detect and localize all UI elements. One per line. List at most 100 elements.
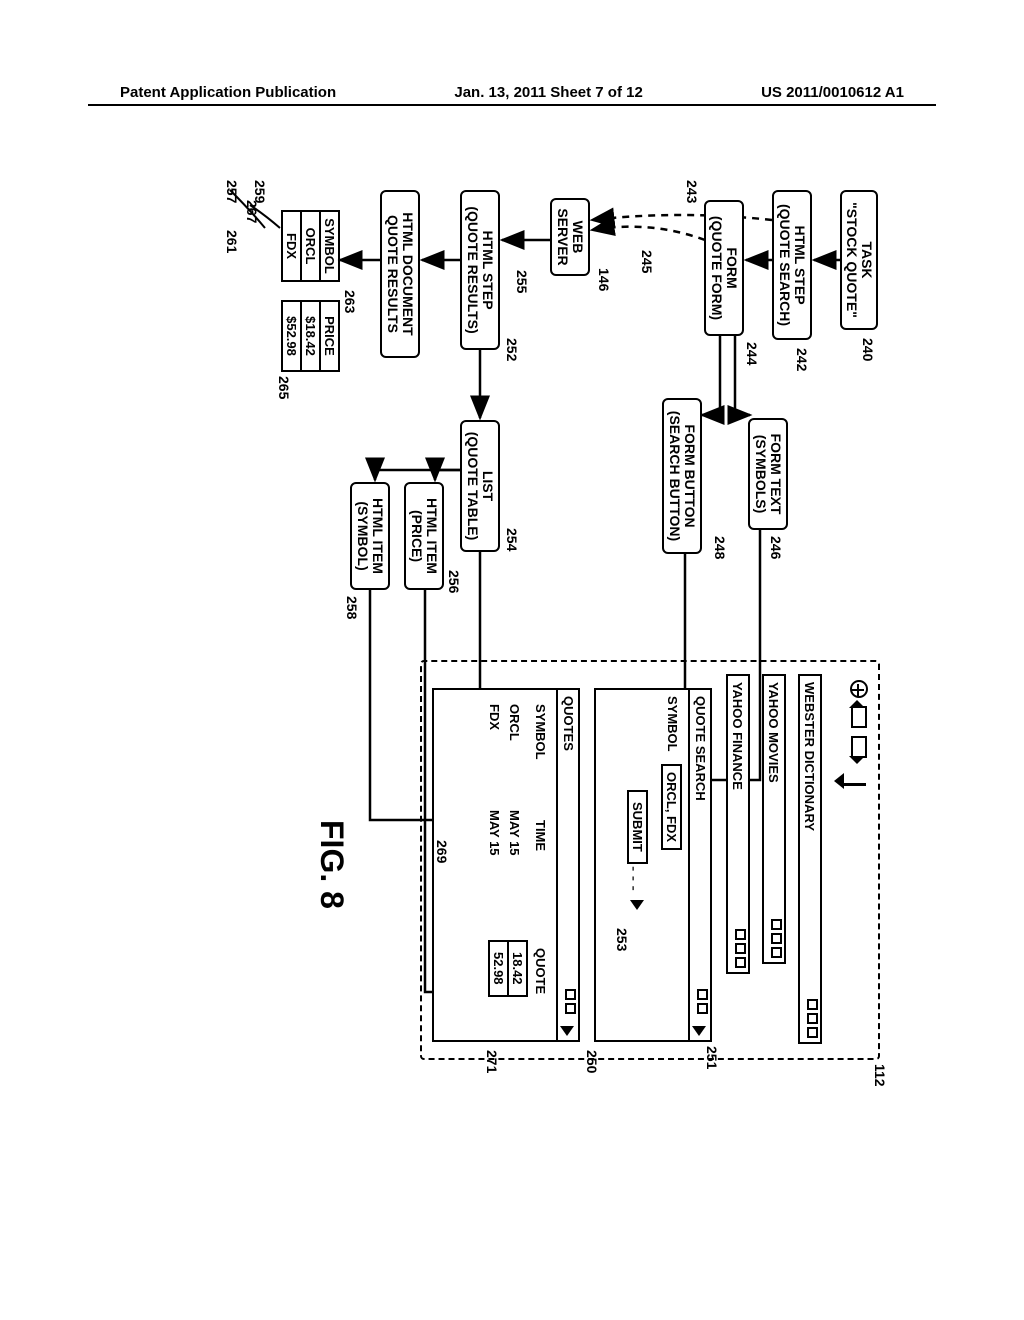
quotes-r1c1: ORCL [507, 704, 522, 741]
ref-245: 245 [639, 250, 655, 273]
symbol-r2: FDX [283, 212, 300, 280]
ref-254: 254 [504, 528, 520, 551]
diagram-canvas: TASK "STOCK QUOTE" 240 HTML STEP (QUOTE … [140, 180, 880, 1100]
figure-label: FIG. 8 [313, 820, 350, 909]
ref-263: 263 [342, 290, 358, 313]
max-icon[interactable] [565, 1003, 576, 1014]
forward-arrow-icon[interactable] [851, 736, 867, 758]
ref-240: 240 [860, 338, 876, 361]
ymovies-row[interactable]: YAHOO MOVIES [762, 674, 786, 964]
ref-271: 271 [484, 1050, 500, 1073]
webster-row[interactable]: WEBSTER DICTIONARY [798, 674, 822, 1044]
quotes-h1: SYMBOL [533, 704, 548, 760]
back-arrow-icon[interactable] [851, 706, 867, 728]
min-icon[interactable] [771, 919, 782, 930]
quote-values-box: 18.42 52.98 [488, 940, 528, 997]
close-icon[interactable] [771, 947, 782, 958]
quotes-r2c2: MAY 15 [487, 810, 502, 856]
item-symbol-label: HTML ITEM (SYMBOL) [355, 498, 386, 574]
ref-259: 259 [252, 180, 268, 203]
form-text-label: FORM TEXT (SYMBOLS) [753, 434, 784, 515]
ref-243: 243 [684, 180, 700, 203]
web-server-label: WEB SERVER [555, 208, 586, 265]
expand-right-icon[interactable] [560, 1026, 574, 1036]
ref-265: 265 [276, 376, 292, 399]
list-qt-label: LIST (QUOTE TABLE) [465, 432, 496, 541]
ref-246: 246 [768, 536, 784, 559]
webster-label: WEBSTER DICTIONARY [802, 682, 817, 831]
ref-269: 269 [434, 840, 450, 863]
quotes-titlebar: QUOTES [556, 690, 578, 1040]
qs-symbol-input[interactable]: ORCL, FDX [661, 764, 682, 850]
html-document-box: HTML DOCUMENT QUOTE RESULTS [380, 190, 420, 358]
html-item-price-box: HTML ITEM (PRICE) [404, 482, 444, 590]
min-icon[interactable] [807, 999, 818, 1010]
min-icon[interactable] [565, 989, 576, 1000]
quote-search-window: QUOTE SEARCH SYMBOL ORCL, FDX SUBMIT - -… [594, 688, 712, 1042]
ref-258: 258 [344, 596, 360, 619]
yfinance-winbtns [735, 929, 746, 968]
ref-256: 256 [446, 570, 462, 593]
task-box: TASK "STOCK QUOTE" [840, 190, 878, 330]
quotes-window: QUOTES SYMBOL TIME QUOTE ORCL MAY 15 FDX… [432, 688, 580, 1042]
html-step-results-box: HTML STEP (QUOTE RESULTS) [460, 190, 500, 350]
form-qf-label: FORM (QUOTE FORM) [709, 216, 740, 320]
price-header: PRICE [319, 302, 338, 370]
ref-251: 251 [704, 1046, 720, 1069]
symbol-table: SYMBOL ORCL FDX [281, 210, 340, 282]
task-label: TASK "STOCK QUOTE" [844, 202, 875, 318]
qs-submit-button[interactable]: SUBMIT [627, 790, 648, 864]
ref-146: 146 [596, 268, 612, 291]
form-text-box: FORM TEXT (SYMBOLS) [748, 418, 788, 530]
ref-253: 253 [614, 928, 630, 951]
page-header: Patent Application Publication Jan. 13, … [0, 84, 1024, 101]
qs-symbol-label: SYMBOL [665, 696, 680, 752]
ref-261: 261 [224, 230, 240, 253]
ref-244: 244 [744, 342, 760, 365]
html-item-symbol-box: HTML ITEM (SYMBOL) [350, 482, 390, 590]
yfinance-row[interactable]: YAHOO FINANCE [726, 674, 750, 974]
diagram-rotated-container: TASK "STOCK QUOTE" 240 HTML STEP (QUOTE … [50, 270, 970, 1010]
max-icon[interactable] [771, 933, 782, 944]
ref-267: 267 [244, 200, 260, 223]
qs-winbtns [697, 989, 708, 1014]
form-quote-box: FORM (QUOTE FORM) [704, 200, 744, 336]
ref-250: 250 [584, 1050, 600, 1073]
close-icon[interactable] [807, 1027, 818, 1038]
ref-248: 248 [712, 536, 728, 559]
quotes-title: QUOTES [561, 696, 576, 751]
page: Patent Application Publication Jan. 13, … [0, 0, 1024, 1320]
ymovies-winbtns [771, 919, 782, 958]
qs-submit-label: SUBMIT [630, 802, 645, 852]
ref-255: 255 [514, 270, 530, 293]
quotes-r2c1: FDX [487, 704, 502, 730]
qs-dash: - - - [624, 866, 642, 891]
header-center: Jan. 13, 2011 Sheet 7 of 12 [454, 84, 642, 101]
max-icon[interactable] [735, 943, 746, 954]
form-button-box: FORM BUTTON (SEARCH BUTTON) [662, 398, 702, 554]
header-right: US 2011/0010612 A1 [761, 84, 904, 101]
symbol-r1: ORCL [300, 212, 319, 280]
yfinance-label: YAHOO FINANCE [730, 682, 745, 790]
html-step-search-box: HTML STEP (QUOTE SEARCH) [772, 190, 812, 340]
form-button-label: FORM BUTTON (SEARCH BUTTON) [667, 411, 698, 541]
quote-search-titlebar: QUOTE SEARCH [688, 690, 710, 1040]
symbol-header: SYMBOL [319, 212, 338, 280]
quotes-h2: TIME [533, 820, 548, 851]
quotes-h3: QUOTE [533, 948, 548, 994]
step-search-label: HTML STEP (QUOTE SEARCH) [777, 204, 808, 326]
expand-right-icon[interactable] [692, 1026, 706, 1036]
ref-257: 257 [224, 180, 240, 203]
quotes-winbtns [565, 989, 576, 1014]
min-icon[interactable] [697, 989, 708, 1000]
panel-down-arrow-icon [834, 780, 866, 789]
webster-winbtns [807, 999, 818, 1038]
list-quote-table-box: LIST (QUOTE TABLE) [460, 420, 500, 552]
max-icon[interactable] [807, 1013, 818, 1024]
max-icon[interactable] [697, 1003, 708, 1014]
close-icon[interactable] [735, 957, 746, 968]
min-icon[interactable] [735, 929, 746, 940]
plus-circle-icon[interactable] [850, 680, 868, 698]
ref-242: 242 [794, 348, 810, 371]
web-server-box: WEB SERVER [550, 198, 590, 276]
